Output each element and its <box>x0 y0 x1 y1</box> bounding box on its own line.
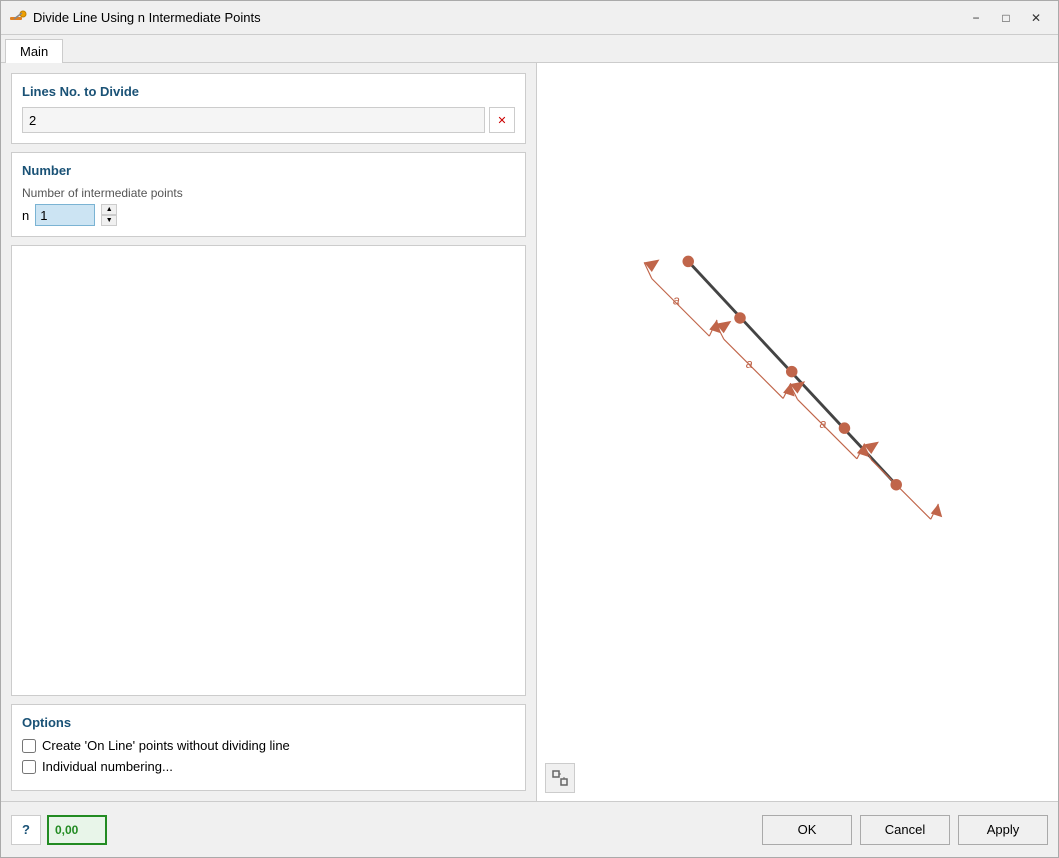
n-input[interactable] <box>35 204 95 226</box>
svg-text:a: a <box>746 357 753 371</box>
diagram-svg: a a a <box>537 63 1058 801</box>
n-label: n <box>22 208 29 223</box>
bottom-right: OK Cancel Apply <box>762 815 1048 845</box>
title-bar: Divide Line Using n Intermediate Points … <box>1 1 1058 35</box>
lines-section: Lines No. to Divide ✕ <box>11 73 526 144</box>
options-section: Options Create 'On Line' points without … <box>11 704 526 791</box>
clear-button[interactable]: ✕ <box>489 107 515 133</box>
right-panel: a a a <box>536 63 1058 801</box>
tab-main[interactable]: Main <box>5 39 63 63</box>
ok-button[interactable]: OK <box>762 815 852 845</box>
checkbox-individual-label: Individual numbering... <box>42 759 173 774</box>
coord-display: 0,00 <box>47 815 107 845</box>
number-sublabel: Number of intermediate points <box>22 186 515 200</box>
lines-input-row: ✕ <box>22 107 515 133</box>
svg-text:a: a <box>893 478 900 492</box>
bottom-bar: ? 0,00 OK Cancel Apply <box>1 801 1058 857</box>
left-panel: Lines No. to Divide ✕ Number Number of i… <box>1 63 536 801</box>
cancel-button[interactable]: Cancel <box>860 815 950 845</box>
svg-text:a: a <box>673 294 680 308</box>
window-title: Divide Line Using n Intermediate Points <box>33 10 261 25</box>
help-button[interactable]: ? <box>11 815 41 845</box>
title-bar-left: Divide Line Using n Intermediate Points <box>9 9 261 27</box>
bottom-left: ? 0,00 <box>11 815 107 845</box>
checkbox-on-line[interactable] <box>22 739 36 753</box>
number-section: Number Number of intermediate points n ▲… <box>11 152 526 237</box>
apply-button[interactable]: Apply <box>958 815 1048 845</box>
spinner-row: n ▲ ▼ <box>22 204 515 226</box>
checkbox-on-line-label: Create 'On Line' points without dividing… <box>42 738 290 753</box>
checkbox-row-2: Individual numbering... <box>22 759 515 774</box>
title-bar-controls: − □ ✕ <box>962 7 1050 29</box>
spinner-buttons: ▲ ▼ <box>101 204 117 226</box>
fit-view-button[interactable] <box>545 763 575 793</box>
tab-bar: Main <box>1 35 1058 63</box>
maximize-button[interactable]: □ <box>992 7 1020 29</box>
close-button[interactable]: ✕ <box>1022 7 1050 29</box>
checkbox-individual[interactable] <box>22 760 36 774</box>
clear-icon: ✕ <box>497 114 506 127</box>
coord-value: 0,00 <box>55 823 78 837</box>
app-icon <box>9 9 27 27</box>
main-window: Divide Line Using n Intermediate Points … <box>0 0 1059 858</box>
number-section-title: Number <box>22 163 515 178</box>
options-title: Options <box>22 715 515 730</box>
minimize-button[interactable]: − <box>962 7 990 29</box>
fit-icon <box>551 769 569 787</box>
checkbox-row-1: Create 'On Line' points without dividing… <box>22 738 515 753</box>
preview-box <box>11 245 526 696</box>
svg-text:a: a <box>820 417 827 431</box>
lines-section-title: Lines No. to Divide <box>22 84 515 99</box>
lines-input[interactable] <box>22 107 485 133</box>
spinner-up-button[interactable]: ▲ <box>101 204 117 215</box>
spinner-down-button[interactable]: ▼ <box>101 215 117 226</box>
content-area: Lines No. to Divide ✕ Number Number of i… <box>1 63 1058 801</box>
